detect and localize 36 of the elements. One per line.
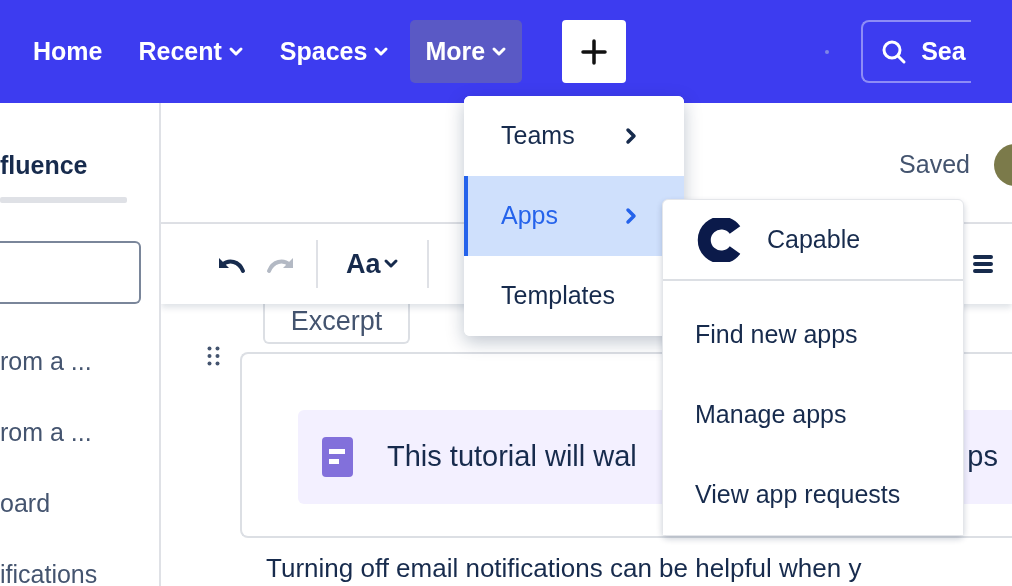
menu-item[interactable]: Teams	[464, 96, 684, 176]
caret-down-icon	[227, 45, 244, 58]
page-tree-item[interactable]: rom a ...	[0, 418, 92, 446]
page-tree-item[interactable]: oard	[0, 489, 51, 517]
panel-text: ps	[967, 439, 998, 475]
menu-item[interactable]: Manage apps	[663, 375, 963, 455]
page-tree-item[interactable]: ifications	[0, 560, 98, 586]
menu-item[interactable]: Apps	[464, 176, 684, 256]
create-button[interactable]	[562, 20, 627, 83]
caret-down-icon	[382, 258, 399, 270]
sidebar-search-field[interactable]	[0, 241, 141, 304]
nav-menu-button[interactable]: Recent	[123, 20, 259, 83]
nav-menu-button[interactable]: Spaces	[264, 20, 405, 83]
menu-item[interactable]: View app requests	[663, 455, 963, 535]
app-name-link[interactable]: Capable	[767, 220, 861, 259]
panel-text: This tutorial will wal	[387, 439, 637, 475]
caret-down-icon	[491, 45, 508, 58]
search-input[interactable]: Sea	[921, 32, 972, 71]
space-title: fluence	[0, 150, 89, 180]
excerpt-label: Excerpt	[263, 304, 410, 344]
paragraph-text: Turning off email notifications can be helpful when y	[266, 554, 863, 582]
loading-dot	[825, 49, 830, 54]
nav-menu-button[interactable]: Home	[18, 20, 118, 83]
save-status: Saved	[899, 149, 970, 181]
note-icon	[322, 437, 353, 477]
caret-down-icon	[373, 45, 390, 58]
text-style-button[interactable]: Aa	[338, 243, 407, 285]
search-icon	[881, 38, 908, 65]
drag-handle-icon[interactable]	[207, 346, 220, 366]
list-icon[interactable]	[972, 253, 994, 275]
app-logo-icon	[695, 217, 741, 262]
page-tree-item[interactable]: rom a ...	[0, 347, 92, 375]
search-field[interactable]: Sea	[861, 20, 972, 83]
plus-icon	[581, 38, 608, 65]
nav-menu-button[interactable]: More	[410, 20, 523, 83]
menu-item[interactable]: Find new apps	[663, 295, 963, 375]
